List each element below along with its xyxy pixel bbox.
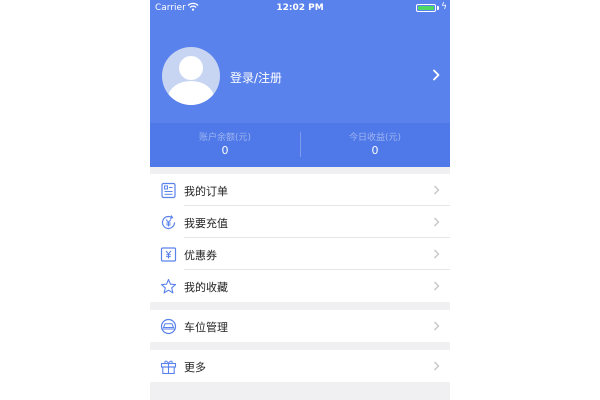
balance-value: 0 <box>221 144 229 157</box>
battery-tip <box>437 6 439 10</box>
status-bar: Carrier 12:02 PM ϟ <box>150 0 450 16</box>
chevron-right-icon <box>434 217 440 227</box>
chevron-right-icon <box>434 249 440 259</box>
avatar-head-shape <box>179 56 203 80</box>
menu-item-coupons[interactable]: 优惠券 <box>150 238 450 270</box>
chevron-right-icon <box>434 361 440 371</box>
chevron-right-icon <box>434 321 440 331</box>
profile-header: Carrier 12:02 PM ϟ 登录/注册 <box>150 0 450 123</box>
menu-item-label: 我的收藏 <box>184 281 228 294</box>
menu-item-label: 更多 <box>184 361 206 374</box>
today-income-label: 今日收益(元) <box>348 133 402 143</box>
avatar-body-shape <box>168 81 214 105</box>
avatar[interactable] <box>162 47 220 105</box>
balance-label: 账户余额(元) <box>198 133 252 143</box>
chevron-right-icon <box>434 185 440 195</box>
battery-icon <box>416 4 436 12</box>
menu-item-my-orders[interactable]: 我的订单 <box>150 174 450 206</box>
menu-item-label: 我要充值 <box>184 217 228 230</box>
menu-item-favorites[interactable]: 我的收藏 <box>150 270 450 302</box>
charging-icon: ϟ <box>441 2 447 12</box>
star-icon <box>160 278 177 294</box>
phone-screen: Carrier 12:02 PM ϟ 登录/注册 账户余额(元) 0 今日收益(… <box>150 0 450 400</box>
account-stats: 账户余额(元) 0 今日收益(元) 0 <box>150 123 450 167</box>
balance-stat[interactable]: 账户余额(元) 0 <box>150 123 300 167</box>
coupon-icon <box>160 247 177 262</box>
chevron-right-icon <box>434 281 440 291</box>
menu-item-more[interactable]: 更多 <box>150 350 450 382</box>
parking-icon <box>160 318 177 335</box>
menu-item-label: 优惠券 <box>184 249 217 262</box>
menu-item-parking-management[interactable]: 车位管理 <box>150 310 450 342</box>
gift-icon <box>160 360 177 375</box>
menu-item-recharge[interactable]: 我要充值 <box>150 206 450 238</box>
clock: 12:02 PM <box>276 3 324 13</box>
today-income-stat[interactable]: 今日收益(元) 0 <box>300 123 450 167</box>
menu-item-label: 我的订单 <box>184 185 228 198</box>
login-register-link[interactable]: 登录/注册 <box>230 69 282 86</box>
chevron-right-icon[interactable] <box>431 69 441 81</box>
recharge-icon <box>161 215 176 230</box>
menu-item-label: 车位管理 <box>184 321 228 334</box>
today-income-value: 0 <box>371 144 379 157</box>
order-icon <box>161 182 176 199</box>
